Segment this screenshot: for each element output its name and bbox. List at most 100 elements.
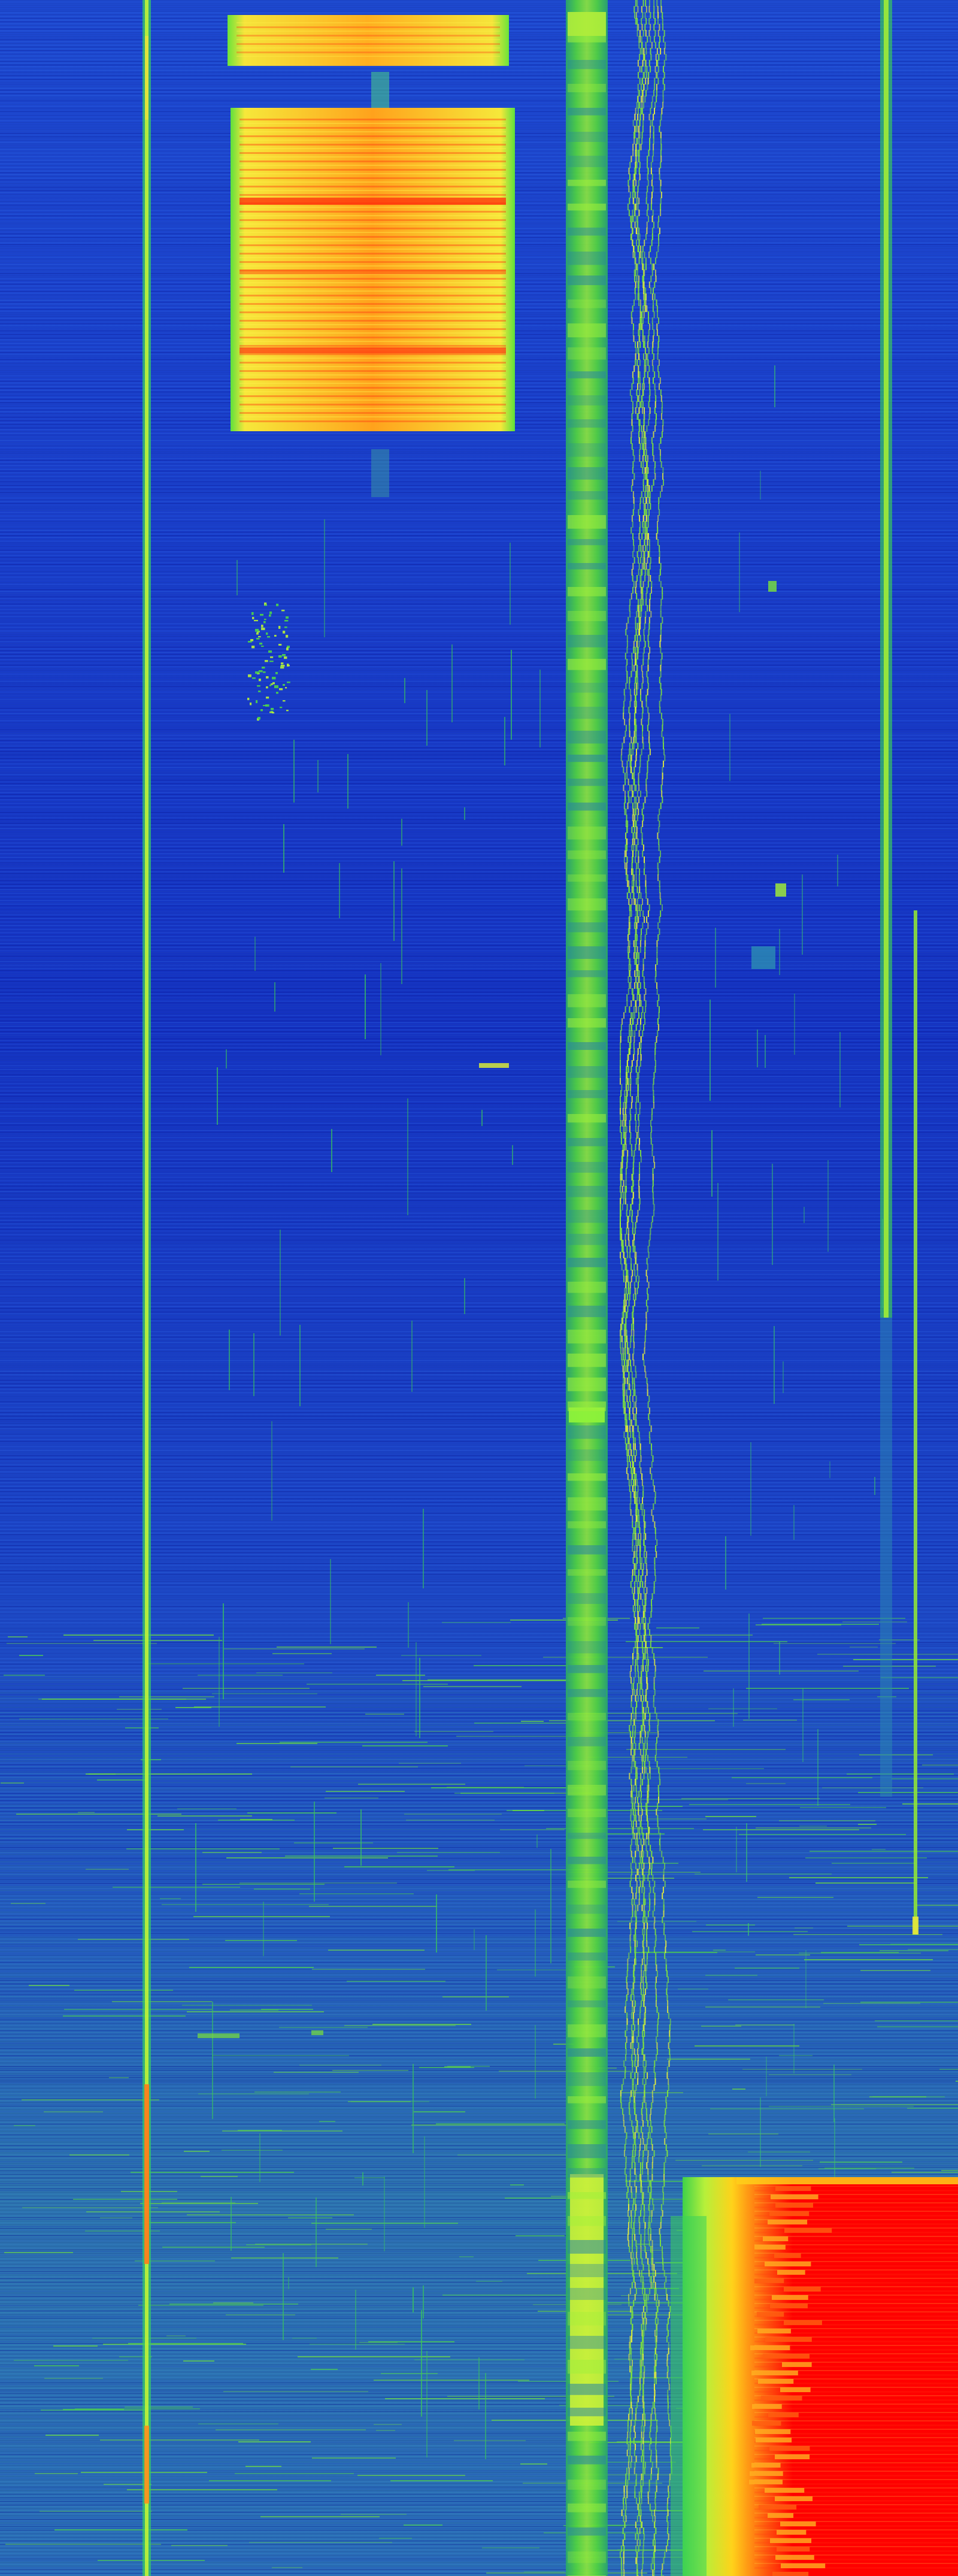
- drift-line: [632, 1707, 633, 1714]
- drift-line: [639, 246, 641, 252]
- drift-line: [630, 1851, 632, 1857]
- drift-line: [633, 335, 635, 342]
- drift-line: [629, 1018, 631, 1025]
- drift-line: [633, 1964, 635, 1971]
- drift-line: [626, 671, 628, 677]
- drift-line: [645, 2252, 647, 2259]
- drift-line: [648, 347, 650, 354]
- drift-line: [627, 791, 629, 797]
- band-wide-mod: [568, 1330, 606, 1344]
- drift-line: [630, 1036, 631, 1043]
- drift-line: [640, 1671, 642, 1678]
- green-speckle: [216, 2429, 366, 2430]
- drift-line: [622, 2108, 623, 2115]
- drift-line: [627, 1437, 629, 1444]
- drift-line: [629, 599, 631, 606]
- drift-line: [628, 2216, 630, 2223]
- drift-line: [645, 2324, 647, 2330]
- drift-line: [627, 1282, 629, 1288]
- drift-line: [624, 2126, 626, 2133]
- drift-line: [654, 1929, 656, 1935]
- drift-line: [630, 2354, 632, 2360]
- drift-line: [644, 2312, 646, 2318]
- drift-line: [637, 1695, 639, 1702]
- drift-line: [633, 1815, 635, 1821]
- green-speckle: [341, 2514, 407, 2515]
- drift-line: [642, 2450, 643, 2456]
- drift-line: [644, 2228, 645, 2235]
- drift-line: [633, 1006, 635, 1013]
- green-speckle: [881, 1677, 958, 1678]
- drift-line: [626, 2468, 627, 2474]
- drift-line: [655, 1988, 657, 1995]
- drift-line: [640, 2276, 642, 2283]
- drift-line: [632, 1659, 633, 1666]
- drift-line: [651, 120, 653, 126]
- drift-line: [646, 305, 648, 312]
- drift-line: [653, 455, 654, 462]
- drift-line: [641, 2372, 642, 2378]
- drift-line: [636, 551, 638, 558]
- band-wide-mod: [568, 467, 606, 480]
- drift-line: [626, 659, 628, 665]
- drift-line: [647, 557, 648, 564]
- drift-line: [641, 1827, 643, 1833]
- green-speckle: [799, 1826, 827, 1827]
- band-wide-mod: [568, 132, 606, 143]
- drift-line: [636, 970, 638, 977]
- drift-line: [637, 2054, 639, 2061]
- drift-line: [639, 419, 641, 426]
- drift-line: [636, 2402, 638, 2408]
- drift-line: [630, 2072, 632, 2079]
- drift-line: [639, 341, 641, 348]
- drift-line: [628, 2102, 630, 2109]
- green-speckle: [125, 1727, 159, 1729]
- drift-line: [623, 1120, 625, 1127]
- drift-line: [626, 1126, 627, 1133]
- drift-line: [636, 30, 638, 37]
- drift-line: [638, 377, 639, 384]
- drift-line: [636, 1539, 638, 1546]
- drift-line: [654, 78, 656, 84]
- drift-line: [641, 713, 643, 719]
- drift-line: [622, 1162, 623, 1169]
- drift-line: [620, 1216, 621, 1222]
- drift-line: [624, 1090, 626, 1097]
- drift-line: [632, 1018, 634, 1025]
- drift-line: [637, 647, 639, 653]
- drift-line: [633, 2156, 635, 2163]
- drift-line: [626, 1413, 627, 1420]
- drift-line: [647, 689, 648, 695]
- drift-line: [627, 940, 629, 947]
- drift-line: [639, 371, 641, 378]
- drift-line: [623, 2569, 625, 2576]
- drift-line: [641, 317, 642, 324]
- drift-line: [637, 839, 639, 845]
- drift-line: [632, 1030, 633, 1037]
- drift-line: [632, 815, 633, 821]
- drift-line: [622, 743, 623, 749]
- drift-line: [620, 1222, 621, 1228]
- green-speckle: [29, 1985, 69, 1986]
- drift-line: [649, 407, 651, 414]
- drift-line: [647, 2492, 649, 2498]
- drift-line: [630, 1276, 632, 1282]
- drift-line: [635, 1144, 636, 1151]
- drift-line: [641, 1473, 643, 1480]
- green-speckle: [4, 2252, 73, 2253]
- drift-line: [647, 1797, 648, 1803]
- drift-line: [647, 1911, 649, 1917]
- drift-line: [638, 605, 639, 612]
- green-speckle: [789, 1877, 928, 1878]
- speckle-cluster: [265, 660, 268, 662]
- green-speckle: [351, 2101, 429, 2102]
- drift-line: [643, 281, 645, 288]
- drift-line: [641, 1012, 642, 1019]
- drift-line: [639, 1545, 641, 1552]
- green-speckle: [112, 2001, 212, 2002]
- band-wide-mod: [568, 707, 606, 719]
- drift-line: [639, 581, 641, 588]
- drift-line: [638, 2510, 640, 2516]
- drift-line: [642, 437, 644, 444]
- drift-line: [639, 78, 641, 84]
